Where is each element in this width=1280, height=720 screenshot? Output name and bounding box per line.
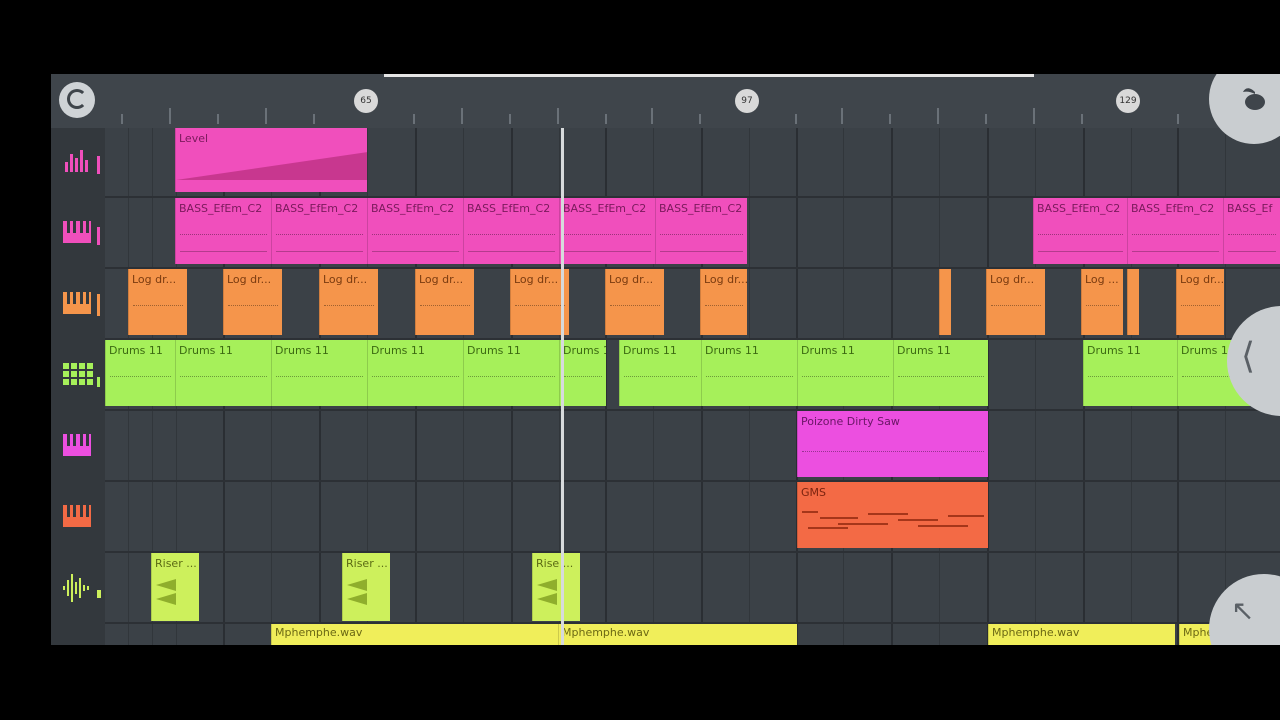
playlist-grid[interactable]: Level BASS_EfEm_C2 BASS_EfEm_C2 BASS_EfE… [105,128,1280,645]
step-sequencer-icon[interactable] [61,359,101,389]
piano-icon[interactable] [61,217,101,247]
clip-label: Riser ... [346,557,388,570]
clip-drums[interactable]: Drums 11 [463,340,559,406]
clip-drums[interactable]: Drums 11 [271,340,367,406]
piano-icon[interactable] [61,501,101,531]
clip-label: BASS_EfEm_C2 [467,202,551,215]
clip-label: BASS_EfEm_C2 [563,202,647,215]
clip-label: Mphemphe.wav [992,626,1080,639]
track-sidebar [51,128,105,645]
clip-label: BASS_EfEm_C2 [659,202,743,215]
clip-drums[interactable]: Drums 11 [701,340,797,406]
clip-drums[interactable]: Drums 11 [1083,340,1177,406]
clip-log-drum[interactable]: Log dr... [415,269,474,335]
clip-label: Log dr... [609,273,654,286]
clip-label: Drums 11 [563,344,606,357]
arrow-up-left-icon: ↖ [1231,594,1255,627]
clip-label: Log dr... [227,273,272,286]
clip-drums[interactable]: Drums 11 [797,340,893,406]
clip-label: Drums 11 [467,344,521,357]
clip-label: Drums 11 [897,344,951,357]
clip-bass[interactable]: BASS_EfEm_C2 [1033,198,1127,264]
fruit-icon [1243,88,1265,110]
clip-riser[interactable]: Rise ... [532,553,580,621]
clip-label: Drums 11 [109,344,163,357]
clip-mphemphe[interactable]: Mphemphe.wav [271,624,558,645]
clip-label: BASS_EfEm_C2 [1037,202,1121,215]
clip-drums[interactable]: Drums 11 [619,340,701,406]
clip-bass[interactable]: BASS_EfEm_C2 [559,198,655,264]
clip-label: Log dr... [323,273,368,286]
clip-label: GMS [801,486,826,499]
clip-bass[interactable]: BASS_EfEm_C2 [463,198,559,264]
piano-icon[interactable] [61,430,101,460]
clip-drums[interactable]: Drums 11 [367,340,463,406]
clip-label: BASS_EfEm_C2 [179,202,263,215]
clip-label: Drums 11 [371,344,425,357]
clip-label: BASS_EfEm_C2 [371,202,455,215]
app-logo-button[interactable] [59,82,95,118]
clip-label: Log dr... [514,273,559,286]
clip-gms[interactable]: GMS [797,482,988,548]
clip-label: Drums 11 [1087,344,1141,357]
playhead[interactable] [561,128,564,645]
clip-label: Log dr... [990,273,1035,286]
clip-log-drum-slice[interactable] [1127,269,1139,335]
clip-label: Rise ... [536,557,574,570]
clip-log-drum-slice[interactable] [939,269,951,335]
clip-bass[interactable]: BASS_EfEm_C2 [175,198,271,264]
automation-icon[interactable] [61,146,101,176]
clip-label: Log dr... [419,273,464,286]
bar-marker-97: 97 [735,89,759,113]
clip-level[interactable]: Level [175,128,367,192]
clip-bass[interactable]: BASS_EfEm_C2 [367,198,463,264]
timeline-ruler[interactable]: 65 97 129 [51,74,1280,128]
clip-riser[interactable]: Riser ... [342,553,390,621]
clip-label: Mphemphe.wav [562,626,650,639]
clip-bass[interactable]: BASS_EfEm_C2 [271,198,367,264]
clip-label: BASS_EfEm_C2 [1131,202,1215,215]
clip-label: Drums 11 [705,344,759,357]
clip-riser[interactable]: Riser ... [151,553,199,621]
clip-label: Drums 11 [801,344,855,357]
clip-label: BASS_EfEm_C2 [275,202,359,215]
clip-label: Poizone Dirty Saw [801,415,900,428]
clip-drums[interactable]: Drums 11 [105,340,175,406]
clip-mphemphe[interactable]: Mphemphe.wav [988,624,1175,645]
clip-log-drum[interactable]: Log dr... [128,269,187,335]
clip-label: Log dr... [704,273,747,286]
clip-log-drum[interactable]: Log ... [1081,269,1123,335]
clip-label: Drums 11 [179,344,233,357]
clip-label: Drums 11 [275,344,329,357]
bar-marker-65: 65 [354,89,378,113]
clip-label: Mphemphe.wav [275,626,363,639]
clip-mphemphe[interactable]: Mphemphe.wav [558,624,797,645]
clip-drums[interactable]: Drums 11 [893,340,988,406]
chevron-left-icon: ⟨ [1241,336,1256,377]
clip-label: Log ... [1085,273,1119,286]
clip-label: Drums 11 [623,344,677,357]
waveform-icon[interactable] [61,572,101,602]
playlist-window: 65 97 129 Level BASS_EfEm_C2 BASS_EfEm_C… [51,74,1280,645]
clip-label: Log dr... [1180,273,1224,286]
clip-poizone-dirty-saw[interactable]: Poizone Dirty Saw [797,411,988,477]
clip-log-drum[interactable]: Log dr... [700,269,747,335]
clip-bass[interactable]: BASS_EfEm_C2 [1127,198,1223,264]
clip-bass[interactable]: BASS_EfEm_C2 [655,198,747,264]
clip-log-drum[interactable]: Log dr... [605,269,664,335]
clip-drums[interactable]: Drums 11 [559,340,606,406]
clip-bass[interactable]: BASS_Ef [1223,198,1280,264]
clip-drums[interactable]: Drums 11 [175,340,271,406]
clip-label: Riser ... [155,557,197,570]
bar-marker-129: 129 [1116,89,1140,113]
clip-log-drum[interactable]: Log dr... [986,269,1045,335]
horizontal-scrollbar[interactable] [384,74,1034,77]
clip-label: BASS_Ef [1227,202,1273,215]
piano-icon[interactable] [61,288,101,318]
clip-log-drum[interactable]: Log dr... [1176,269,1224,335]
clip-label: Log dr... [132,273,177,286]
clip-label: Level [179,132,209,145]
clip-log-drum[interactable]: Log dr... [223,269,282,335]
clip-log-drum[interactable]: Log dr... [319,269,378,335]
